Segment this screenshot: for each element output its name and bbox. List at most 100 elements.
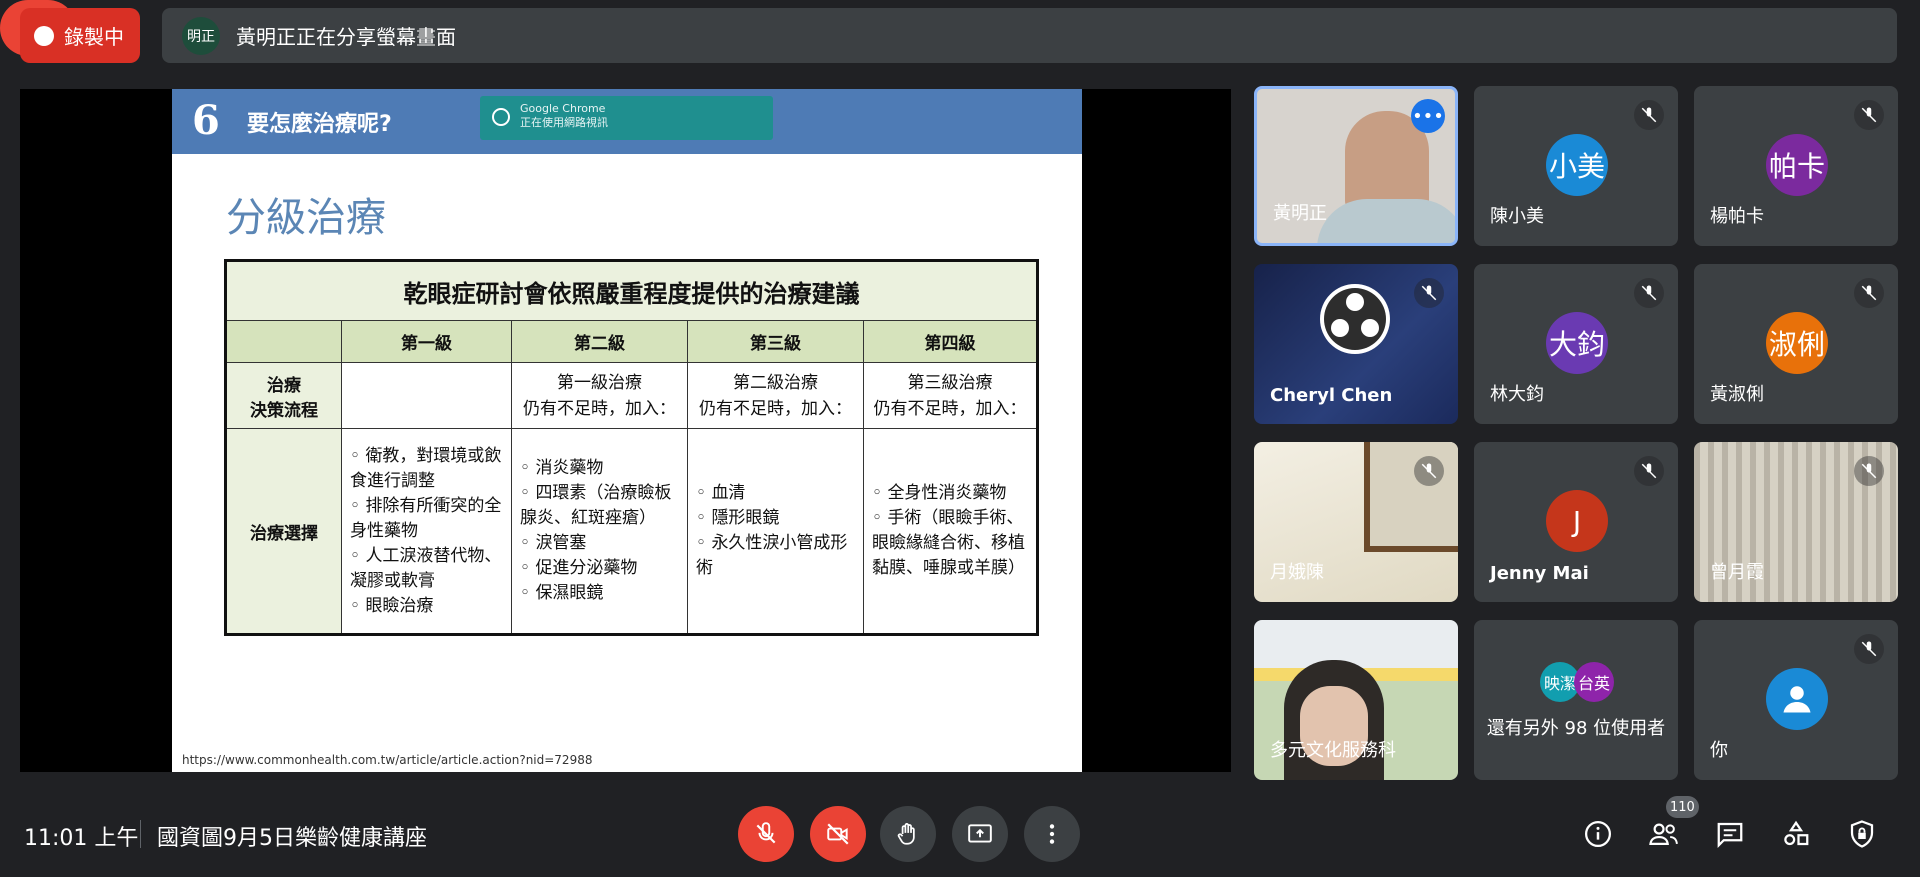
- participant-tile[interactable]: 淑俐 黃淑俐: [1694, 264, 1898, 424]
- participant-tile[interactable]: 帕卡 楊帕卡: [1694, 86, 1898, 246]
- participant-tile[interactable]: 你: [1694, 620, 1898, 780]
- row-label-options: 治療選擇: [225, 428, 342, 635]
- row-label-process: 治療 決策流程: [225, 362, 342, 429]
- treatment-item: 血清: [696, 481, 863, 506]
- table-cell: 第三級治療 仍有不足時，加入：: [863, 362, 1038, 429]
- participant-name: 黃明正: [1273, 203, 1327, 224]
- slide-url: https://www.commonhealth.com.tw/article/…: [182, 753, 593, 767]
- participant-video: [1364, 442, 1458, 552]
- participant-tile[interactable]: 曾月霞: [1694, 442, 1898, 602]
- participant-avatar: 台英: [1574, 662, 1614, 702]
- table-cell: 第一級治療 仍有不足時，加入：: [511, 362, 688, 429]
- record-dot-icon: [34, 25, 54, 46]
- table-header: 第四級: [863, 320, 1038, 363]
- people-button[interactable]: [1646, 816, 1682, 852]
- table-corner: [225, 320, 342, 363]
- table-cell: 消炎藥物四環素（治療瞼板腺炎、紅斑痤瘡）淚管塞促進分泌藥物保濕眼鏡: [511, 428, 688, 635]
- participant-video-body: [1317, 199, 1455, 243]
- participant-name: Cheryl Chen: [1270, 385, 1393, 406]
- recording-indicator[interactable]: 錄製中: [20, 8, 140, 63]
- participant-name: 林大鈞: [1490, 384, 1544, 405]
- mic-off-icon: [1854, 634, 1884, 664]
- slide-header: 6 要怎麼治療呢? Google Chrome 正在使用網路視訊: [172, 89, 1082, 154]
- activities-button[interactable]: [1778, 816, 1814, 852]
- participant-name: 多元文化服務科: [1270, 740, 1396, 761]
- table-header: 第一級: [341, 320, 512, 363]
- info-icon: [1585, 821, 1611, 847]
- chrome-notice-line1: Google Chrome: [520, 102, 606, 115]
- recording-label: 錄製中: [64, 25, 124, 49]
- mic-off-icon: [1634, 278, 1664, 308]
- raise-hand-button[interactable]: [880, 806, 936, 862]
- others-count-label: 還有另外 98 位使用者: [1486, 718, 1666, 739]
- treatment-item: 全身性消炎藥物: [872, 481, 1036, 506]
- chat-icon: [1717, 822, 1743, 848]
- host-controls-button[interactable]: [1844, 816, 1880, 852]
- webcam-icon: [492, 108, 510, 126]
- participant-avatar: 淑俐: [1766, 312, 1828, 374]
- table-cell: 衛教，對環境或飲食進行調整排除有所衝突的全身性藥物人工淚液替代物、凝膠或軟膏眼瞼…: [341, 428, 512, 635]
- treatment-item: 人工淚液替代物、凝膠或軟膏: [350, 544, 511, 594]
- slide-header-title: 要怎麼治療呢?: [247, 112, 392, 137]
- participant-avatar: 小美: [1546, 134, 1608, 196]
- participant-name: 陳小美: [1490, 206, 1544, 227]
- table-cell: [341, 362, 512, 429]
- participant-tile[interactable]: 月娥陳: [1254, 442, 1458, 602]
- meeting-title: 國資圖9月5日樂齡健康講座: [157, 826, 427, 851]
- participant-tile[interactable]: Cheryl Chen: [1254, 264, 1458, 424]
- people-icon: [1649, 823, 1678, 845]
- treatment-item: 保濕眼鏡: [520, 581, 687, 606]
- participant-tile[interactable]: ••• 黃明正: [1254, 86, 1458, 246]
- participant-name: Jenny Mai: [1490, 563, 1589, 584]
- treatment-item: 衛教，對環境或飲食進行調整: [350, 444, 511, 494]
- participant-avatar: 大鈞: [1546, 312, 1608, 374]
- obs-logo-icon: [1320, 284, 1390, 354]
- mic-toggle-button[interactable]: [738, 806, 794, 862]
- meeting-details-button[interactable]: [1580, 816, 1616, 852]
- participant-tile[interactable]: J Jenny Mai: [1474, 442, 1678, 602]
- camera-toggle-button[interactable]: [810, 806, 866, 862]
- chat-button[interactable]: [1712, 816, 1748, 852]
- present-icon: [968, 824, 992, 843]
- presenting-banner: 明正 黃明正正在分享螢幕畫面: [162, 8, 1897, 63]
- treatment-item: 手術（眼瞼手術、眼瞼緣縫合術、移植黏膜、唾腺或羊膜）: [872, 506, 1036, 581]
- shield-lock-icon: [1850, 820, 1874, 848]
- treatment-item: 隱形眼鏡: [696, 506, 863, 531]
- hand-icon: [897, 823, 915, 845]
- present-screen-button[interactable]: [952, 806, 1008, 862]
- mic-off-icon: [1854, 278, 1884, 308]
- participant-tile[interactable]: 映潔 台英 還有另外 98 位使用者: [1474, 620, 1678, 780]
- clock: 11:01 上午: [24, 826, 139, 851]
- slide-title: 分級治療: [226, 195, 386, 241]
- participant-tile[interactable]: 大鈞 林大鈞: [1474, 264, 1678, 424]
- more-vert-icon: [1049, 824, 1055, 844]
- activities-icon: [1784, 820, 1809, 846]
- presenter-avatar: 明正: [182, 16, 220, 55]
- participant-name: 月娥陳: [1270, 562, 1324, 583]
- default-avatar-icon: [1766, 668, 1828, 730]
- participant-avatar: 帕卡: [1766, 134, 1828, 196]
- table-cell: 全身性消炎藥物手術（眼瞼手術、眼瞼緣縫合術、移植黏膜、唾腺或羊膜）: [863, 428, 1038, 635]
- treatment-item: 永久性淚小管成形術: [696, 531, 863, 581]
- mic-off-icon: [1634, 456, 1664, 486]
- presenting-text: 黃明正正在分享螢幕畫面: [236, 25, 456, 49]
- table-caption: 乾眼症研討會依照嚴重程度提供的治療建議: [225, 260, 1038, 321]
- participant-tile[interactable]: 小美 陳小美: [1474, 86, 1678, 246]
- mic-off-icon: [1634, 100, 1664, 130]
- more-options-icon[interactable]: •••: [1411, 99, 1445, 133]
- more-options-button[interactable]: [1024, 806, 1080, 862]
- mic-off-icon: [1854, 100, 1884, 130]
- treatment-item: 排除有所衝突的全身性藥物: [350, 494, 511, 544]
- participant-avatar: J: [1546, 490, 1608, 552]
- treatment-table: 乾眼症研討會依照嚴重程度提供的治療建議 第一級 第二級 第三級 第四級 治療 決…: [224, 259, 1039, 636]
- treatment-item: 四環素（治療瞼板腺炎、紅斑痤瘡）: [520, 481, 687, 531]
- mic-off-icon: [1414, 456, 1444, 486]
- chrome-camera-notice: Google Chrome 正在使用網路視訊: [480, 96, 773, 140]
- mic-off-icon: [1854, 456, 1884, 486]
- table-cell: 血清隱形眼鏡永久性淚小管成形術: [687, 428, 864, 635]
- table-header: 第二級: [511, 320, 688, 363]
- participant-tile[interactable]: 多元文化服務科: [1254, 620, 1458, 780]
- chrome-notice-line2: 正在使用網路視訊: [520, 116, 608, 129]
- treatment-item: 促進分泌藥物: [520, 556, 687, 581]
- people-count-badge: 110: [1666, 796, 1699, 818]
